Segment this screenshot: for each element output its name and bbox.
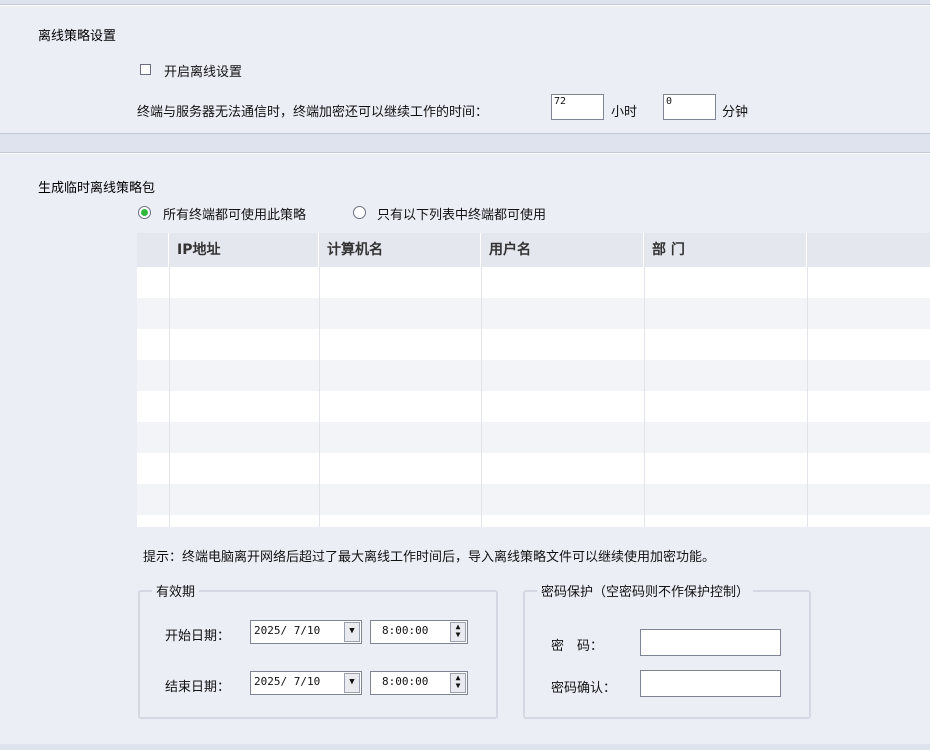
- column-divider: [481, 233, 482, 527]
- table-row[interactable]: [137, 484, 930, 515]
- hours-unit-label: 小时: [611, 105, 638, 120]
- table-header: IP地址 计算机名 用户名 部 门: [137, 233, 930, 267]
- spinner-icon[interactable]: ▲ ▼: [450, 622, 466, 642]
- password-confirm-input[interactable]: [640, 670, 781, 697]
- terminal-table[interactable]: IP地址 计算机名 用户名 部 门: [137, 233, 930, 527]
- chevron-down-icon[interactable]: ▼: [344, 622, 360, 642]
- table-row[interactable]: [137, 453, 930, 484]
- scope-list-label: 只有以下列表中终端都可使用: [377, 208, 547, 223]
- table-row[interactable]: [137, 422, 930, 453]
- start-time-picker[interactable]: 8:00:00 ▲ ▼: [370, 620, 468, 644]
- password-confirm-label: 密码确认：: [551, 681, 617, 696]
- table-row[interactable]: [137, 515, 930, 527]
- hours-input[interactable]: 72: [551, 94, 604, 120]
- column-divider: [319, 233, 320, 527]
- offline-policy-panel: 离线策略设置 开启离线设置 终端与服务器无法通信时，终端加密还可以继续工作的时间…: [0, 4, 930, 134]
- column-header-username[interactable]: 用户名: [481, 233, 644, 267]
- offline-policy-title: 离线策略设置: [38, 29, 117, 44]
- table-row[interactable]: [137, 298, 930, 329]
- temp-package-title: 生成临时离线策略包: [38, 181, 156, 196]
- validity-group: [138, 590, 498, 719]
- password-input[interactable]: [640, 629, 781, 656]
- end-time-value: 8:00:00: [382, 675, 429, 688]
- row-indicator-header: [137, 233, 169, 267]
- scope-option-all[interactable]: 所有终端都可使用此策略: [138, 204, 338, 223]
- end-date-picker[interactable]: 2025/ 7/10 ▼: [250, 671, 362, 695]
- end-date-label: 结束日期：: [165, 680, 231, 695]
- scope-all-label: 所有终端都可使用此策略: [163, 208, 307, 223]
- offline-time-label: 终端与服务器无法通信时，终端加密还可以继续工作的时间：: [137, 105, 489, 120]
- table-row[interactable]: [137, 391, 930, 422]
- password-label: 密 码：: [551, 639, 604, 654]
- start-date-picker[interactable]: 2025/ 7/10 ▼: [250, 620, 362, 644]
- hint-text: 提示：终端电脑离开网络后超过了最大离线工作时间后，导入离线策略文件可以继续使用加…: [143, 550, 716, 565]
- column-header-department[interactable]: 部 门: [644, 233, 807, 267]
- start-date-label: 开始日期：: [165, 629, 231, 644]
- table-row[interactable]: [137, 329, 930, 360]
- panel-separator: [0, 134, 930, 152]
- column-divider: [169, 233, 170, 527]
- bottom-edge: [0, 744, 930, 750]
- minutes-input[interactable]: 0: [663, 94, 716, 120]
- table-row[interactable]: [137, 360, 930, 391]
- password-legend: 密码保护（空密码则不作保护控制）: [537, 581, 754, 600]
- column-divider: [644, 233, 645, 527]
- validity-legend: 有效期: [152, 581, 200, 600]
- start-date-value: 2025/ 7/10: [254, 624, 321, 637]
- table-row[interactable]: [137, 267, 930, 298]
- column-header-ip[interactable]: IP地址: [169, 233, 319, 267]
- start-time-value: 8:00:00: [382, 624, 429, 637]
- column-header-computer-name[interactable]: 计算机名: [319, 233, 481, 267]
- chevron-down-icon[interactable]: ▼: [344, 673, 360, 693]
- end-date-value: 2025/ 7/10: [254, 675, 321, 688]
- scope-all-radio[interactable]: [138, 206, 151, 219]
- scope-list-radio[interactable]: [353, 206, 366, 219]
- spinner-icon[interactable]: ▲ ▼: [450, 673, 466, 693]
- column-divider: [807, 233, 808, 527]
- minutes-unit-label: 分钟: [722, 105, 749, 120]
- enable-offline-checkbox[interactable]: [140, 64, 151, 75]
- enable-offline-label: 开启离线设置: [164, 65, 243, 80]
- end-time-picker[interactable]: 8:00:00 ▲ ▼: [370, 671, 468, 695]
- scope-option-list[interactable]: 只有以下列表中终端都可使用: [353, 204, 583, 223]
- enable-offline-option[interactable]: 开启离线设置: [140, 61, 270, 80]
